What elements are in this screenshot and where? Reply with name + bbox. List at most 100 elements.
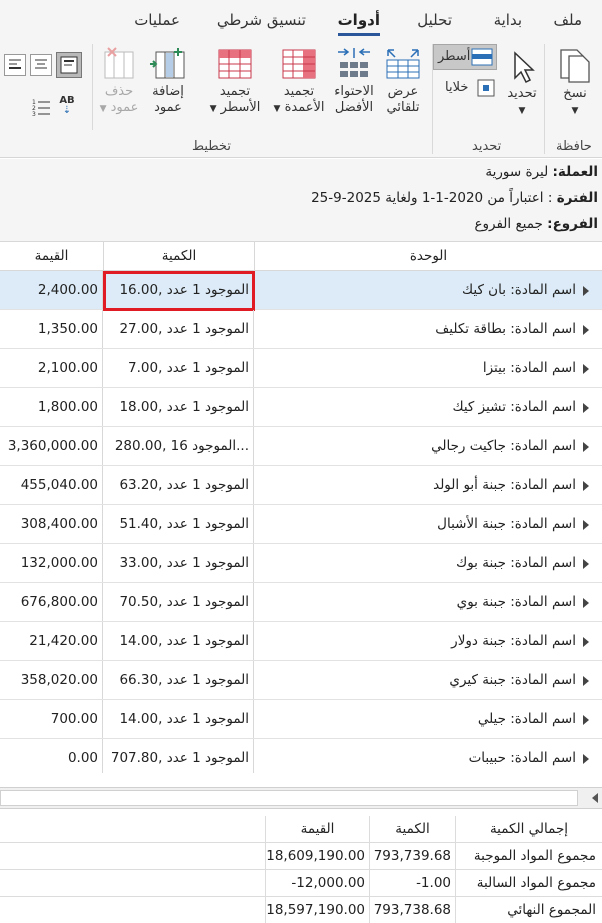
value-cell[interactable]: 1,350.00 [0,310,103,348]
value-cell[interactable]: 132,000.00 [0,544,103,582]
column-header-quantity[interactable]: الكمية [103,242,254,270]
table-row[interactable]: 21,420.00 14.00, الموجود 1 عدد اسم المادة:… [0,622,602,661]
column-header-unit[interactable]: الوحدة [254,242,602,270]
expand-arrow-icon[interactable] [583,559,589,569]
expand-arrow-icon[interactable] [583,481,589,491]
tab-file[interactable]: ملف [553,10,582,34]
quantity-cell[interactable]: 70.50, الموجود 1 عدد [103,583,254,621]
expand-arrow-icon[interactable] [583,520,589,530]
quantity-cell[interactable]: 280.00, الموجود 16... [103,427,254,465]
table-row[interactable]: 3,360,000.00 280.00, الموجود 16... اسم الم… [0,427,602,466]
cells-toggle[interactable]: خلايا [445,78,497,100]
value-cell[interactable]: 2,400.00 [0,271,103,309]
expand-arrow-icon[interactable] [583,403,589,413]
table-row[interactable]: 1,800.00 18.00, الموجود 1 عدد اسم المادة: … [0,388,602,427]
expand-arrow-icon[interactable] [583,442,589,452]
rows-toggle[interactable]: أسطر [433,44,497,70]
table-row[interactable]: 676,800.00 70.50, الموجود 1 عدد اسم المادة… [0,583,602,622]
unit-cell[interactable]: اسم المادة: بطاقة تكليف [254,310,602,348]
numbered-list-button[interactable]: 123 [30,96,52,120]
value-cell[interactable]: 3,360,000.00 [0,427,103,465]
value-cell[interactable]: 0.00 [0,739,103,773]
table-row[interactable]: 1,350.00 27.00, الموجود 1 عدد اسم المادة: … [0,310,602,349]
tab-tools[interactable]: أدوات [337,10,381,36]
value-cell[interactable]: 1,800.00 [0,388,103,426]
unit-cell[interactable]: اسم المادة: جبنة دولار [254,622,602,660]
select-button[interactable]: تحديد ▼ [500,50,544,119]
table-row[interactable]: 2,100.00 7.00, الموجود 1 عدد اسم المادة: ب… [0,349,602,388]
value-cell[interactable]: 308,400.00 [0,505,103,543]
branches-label: الفروع: [547,216,598,232]
quantity-cell[interactable]: 63.20, الموجود 1 عدد [103,466,254,504]
unit-cell[interactable]: اسم المادة: جبنة بوي [254,583,602,621]
quantity-cell[interactable]: 51.40, الموجود 1 عدد [103,505,254,543]
quantity-cell[interactable]: 14.00, الموجود 1 عدد [103,622,254,660]
unit-cell[interactable]: اسم المادة: جبنة أبو الولد [254,466,602,504]
copy-button[interactable]: نسخ ▼ [550,46,600,119]
table-row[interactable]: 455,040.00 63.20, الموجود 1 عدد اسم المادة… [0,466,602,505]
best-fit-icon [338,48,370,77]
value-cell[interactable]: 2,100.00 [0,349,103,387]
align-top-button[interactable] [56,52,82,78]
copy-icon [560,49,590,83]
table-row[interactable]: 132,000.00 33.00, الموجود 1 عدد اسم المادة… [0,544,602,583]
unit-cell[interactable]: اسم المادة: بان كيك [254,271,602,309]
expand-arrow-icon[interactable] [583,715,589,725]
auto-view-button[interactable]: عرض تلقائي [380,46,426,116]
tab-analysis[interactable]: تحليل [417,10,452,34]
tab-conditional-formatting[interactable]: تنسيق شرطي [217,10,306,34]
column-header-value[interactable]: القيمة [0,242,103,270]
table-row[interactable]: 308,400.00 51.40, الموجود 1 عدد اسم المادة… [0,505,602,544]
value-cell[interactable]: 21,420.00 [0,622,103,660]
add-column-button[interactable]: إضافة عمود [146,46,190,116]
horizontal-scrollbar[interactable] [0,787,602,809]
menu-tabs: ملف بداية تحليل أدوات تنسيق شرطي عمليات [0,0,602,40]
unit-cell[interactable]: اسم المادة: جبنة كيري [254,661,602,699]
scroll-right-arrow-icon[interactable] [592,793,598,803]
expand-arrow-icon[interactable] [583,325,589,335]
expand-arrow-icon[interactable] [583,286,589,296]
quantity-cell[interactable]: 33.00, الموجود 1 عدد [103,544,254,582]
expand-arrow-icon[interactable] [583,637,589,647]
table-row[interactable]: 2,400.00 16.00, الموجود 1 عدد اسم المادة: … [0,271,602,311]
align-center-button[interactable] [30,54,52,76]
quantity-cell[interactable]: 18.00, الموجود 1 عدد [103,388,254,426]
branches-value: جميع الفروع [474,216,543,232]
unit-cell[interactable]: اسم المادة: جاكيت رجالي [254,427,602,465]
unit-cell[interactable]: اسم المادة: جبنة بوك [254,544,602,582]
value-cell[interactable]: 700.00 [0,700,103,738]
scrollbar-thumb[interactable] [0,790,578,806]
value-cell[interactable]: 358,020.00 [0,661,103,699]
quantity-cell[interactable]: 27.00, الموجود 1 عدد [103,310,254,348]
tab-operations[interactable]: عمليات [134,10,180,34]
sort-ab-button[interactable]: AB ⇣ [56,96,78,120]
expand-arrow-icon[interactable] [583,364,589,374]
quantity-cell[interactable]: 707.80, الموجود 1 عدد [103,739,254,773]
table-row[interactable]: 700.00 14.00, الموجود 1 عدد اسم المادة: جي… [0,700,602,739]
unit-cell[interactable]: اسم المادة: جبنة الأشبال [254,505,602,543]
unit-text: اسم المادة: بيتزا [482,360,576,376]
quantity-cell[interactable]: 66.30, الموجود 1 عدد [103,661,254,699]
best-fit-button[interactable]: الاحتواء الأفضل [328,46,380,116]
unit-cell[interactable]: اسم المادة: حبيبات [254,739,602,773]
table-row[interactable]: 358,020.00 66.30, الموجود 1 عدد اسم المادة… [0,661,602,700]
unit-cell[interactable]: اسم المادة: بيتزا [254,349,602,387]
expand-arrow-icon[interactable] [583,754,589,764]
value-cell[interactable]: 455,040.00 [0,466,103,504]
delete-column-button[interactable]: حذف ▼ عمود [95,46,143,117]
expand-arrow-icon[interactable] [583,598,589,608]
quantity-cell[interactable]: 14.00, الموجود 1 عدد [103,700,254,738]
totals-value-cell: 18,609,190.00 [265,843,369,869]
freeze-rows-button[interactable]: تجميد ▼ الأسطر [204,46,266,117]
align-left-button[interactable] [4,54,26,76]
value-cell[interactable]: 676,800.00 [0,583,103,621]
table-row[interactable]: 0.00 707.80, الموجود 1 عدد اسم المادة: حبي… [0,739,602,773]
delete-column-label-2: عمود [110,100,139,115]
quantity-cell[interactable]: 7.00, الموجود 1 عدد [103,349,254,387]
tab-home[interactable]: بداية [494,10,522,34]
unit-cell[interactable]: اسم المادة: جيلي [254,700,602,738]
unit-cell[interactable]: اسم المادة: تشيز كيك [254,388,602,426]
chevron-down-icon: ▼ [518,106,526,116]
freeze-columns-button[interactable]: تجميد ▼ الأعمدة [272,46,326,117]
expand-arrow-icon[interactable] [583,676,589,686]
